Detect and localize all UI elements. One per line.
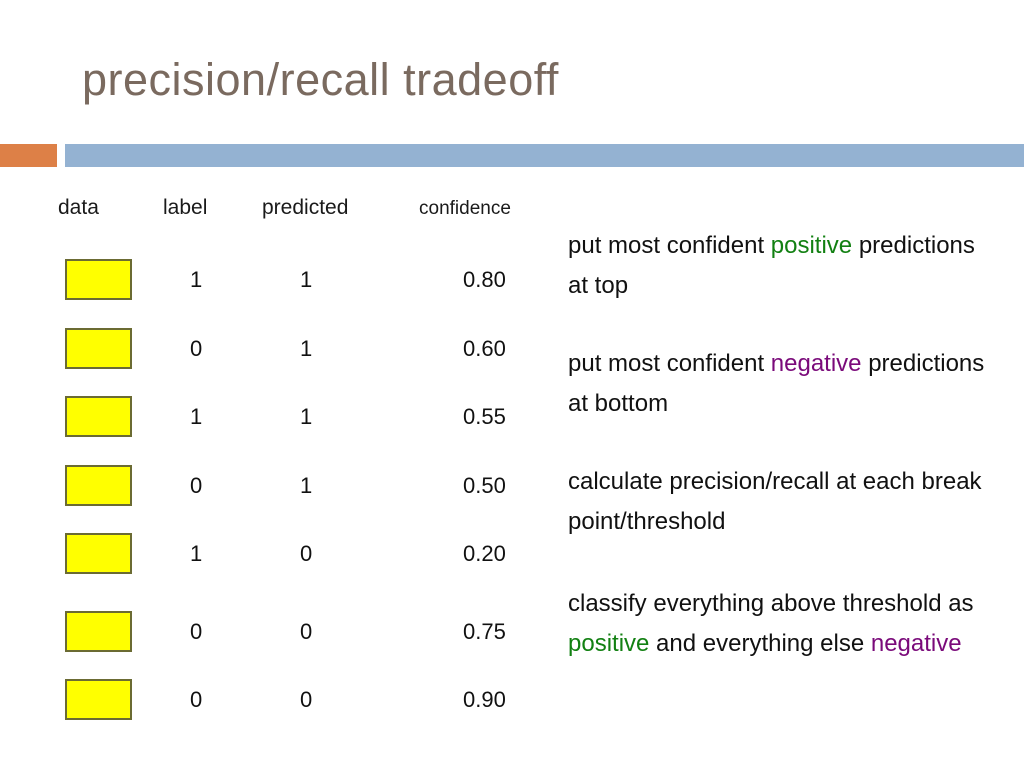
table-header-row: data label predicted confidence [0,196,560,224]
notes-column: put most confident positive predictions … [568,226,988,664]
cell-predicted: 1 [300,473,313,498]
table-row: 1 1 0.55 [0,394,560,442]
cell-label: 0 [190,473,203,498]
table-row: 0 0 0.90 [0,677,560,725]
data-swatch [65,611,132,652]
cell-confidence: 0.20 [463,541,506,566]
cell-label: 1 [190,541,203,566]
note-sort-positive: put most confident positive predictions … [568,226,988,306]
cell-confidence: 0.90 [463,687,506,712]
cell-label: 0 [190,619,203,644]
cell-predicted: 1 [300,336,313,361]
table-row: 1 0 0.20 [0,531,560,579]
note-text: calculate precision/recall at each break… [568,468,982,535]
note-text: and everything else [649,630,871,657]
column-header-label: label [163,196,208,219]
prediction-table: data label predicted confidence 1 1 0.80… [0,0,560,768]
column-header-predicted: predicted [262,196,349,219]
cell-label: 0 [190,336,203,361]
note-classify-threshold: classify everything above threshold as p… [568,584,988,664]
data-swatch [65,533,132,574]
cell-confidence: 0.75 [463,619,506,644]
highlight-negative: negative [770,350,862,377]
cell-confidence: 0.55 [463,404,506,429]
table-row: 0 1 0.60 [0,326,560,374]
table-row: 0 0 0.75 [0,609,560,657]
note-text: classify everything above threshold as [568,590,974,617]
data-swatch [65,679,132,720]
note-sort-negative: put most confident negative predictions … [568,344,988,424]
cell-predicted: 0 [300,541,313,566]
table-row: 1 1 0.80 [0,257,560,305]
cell-confidence: 0.80 [463,267,506,292]
data-swatch [65,328,132,369]
highlight-negative: negative [870,630,962,657]
cell-predicted: 1 [300,267,313,292]
data-swatch [65,465,132,506]
table-row: 0 1 0.50 [0,463,560,511]
note-calculate-metrics: calculate precision/recall at each break… [568,462,988,542]
cell-label: 1 [190,267,203,292]
column-header-confidence: confidence [419,198,511,219]
cell-confidence: 0.50 [463,473,506,498]
note-text: put most confident [568,232,771,259]
cell-label: 0 [190,687,203,712]
cell-predicted: 0 [300,687,313,712]
highlight-positive: positive [770,232,853,259]
cell-predicted: 1 [300,404,313,429]
cell-confidence: 0.60 [463,336,506,361]
highlight-positive: positive [568,630,650,657]
column-header-data: data [58,196,99,219]
note-text: put most confident [568,350,771,377]
cell-predicted: 0 [300,619,313,644]
data-swatch [65,259,132,300]
data-swatch [65,396,132,437]
cell-label: 1 [190,404,203,429]
